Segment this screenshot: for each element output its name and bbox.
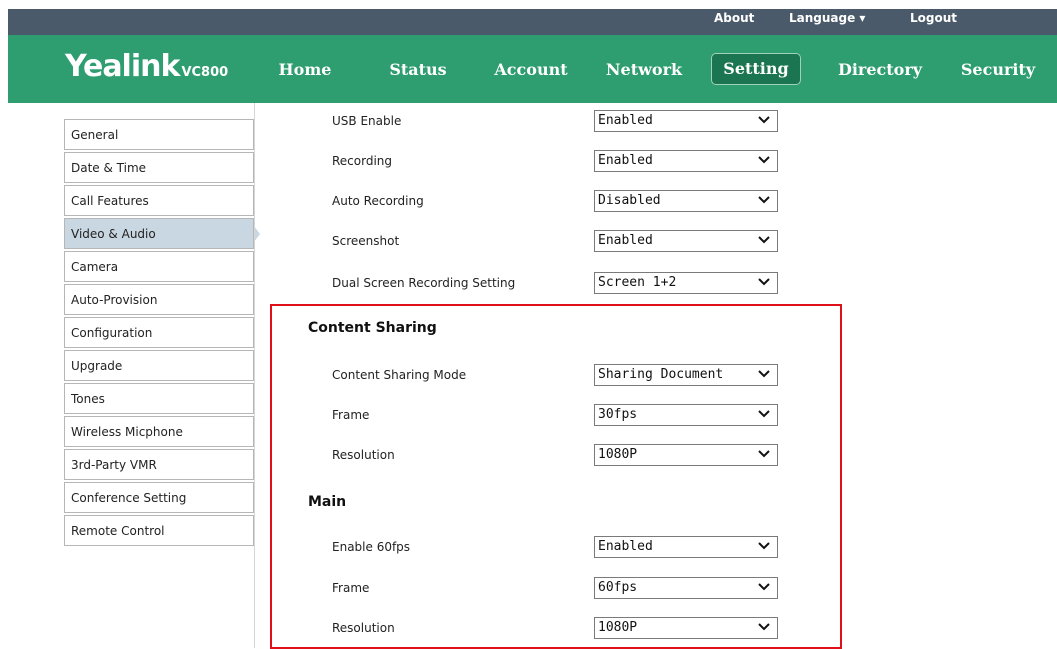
sidebar-item-video-audio[interactable]: Video & Audio [64, 218, 254, 249]
enable-60fps-value: Enabled [598, 539, 653, 554]
recording-label: Recording [332, 154, 393, 168]
screenshot-select[interactable]: Enabled [594, 230, 778, 252]
chevron-down-icon [758, 236, 770, 244]
nav-directory[interactable]: Directory [830, 55, 930, 85]
dual-screen-label: Dual Screen Recording Setting [332, 276, 516, 290]
content-resolution-value: 1080P [598, 447, 638, 462]
nav-status[interactable]: Status [378, 55, 458, 85]
nav-network[interactable]: Network [596, 55, 692, 85]
content-frame-value: 30fps [598, 407, 638, 422]
sidebar-divider [254, 103, 255, 648]
main-nav: Yealink VC800 Home Status Account Network… [8, 35, 1057, 103]
sidebar-item-camera[interactable]: Camera [64, 251, 254, 282]
recording-select[interactable]: Enabled [594, 150, 778, 172]
nav-account[interactable]: Account [486, 55, 576, 85]
main-heading: Main [308, 494, 347, 510]
content-sharing-heading: Content Sharing [308, 320, 437, 336]
chevron-down-icon [758, 156, 770, 164]
usb-enable-value: Enabled [598, 113, 653, 128]
enable-60fps-select[interactable]: Enabled [594, 536, 778, 558]
about-link[interactable]: About [714, 11, 754, 25]
recording-value: Enabled [598, 153, 653, 168]
sidebar-item-upgrade[interactable]: Upgrade [64, 350, 254, 381]
yealink-logo: Yealink VC800 [65, 49, 229, 84]
content-frame-select[interactable]: 30fps [594, 404, 778, 426]
sidebar-item-date-time[interactable]: Date & Time [64, 152, 254, 183]
settings-sidebar: General Date & Time Call Features Video … [64, 119, 254, 548]
sidebar-item-tones[interactable]: Tones [64, 383, 254, 414]
chevron-down-icon [758, 583, 770, 591]
content-sharing-mode-label: Content Sharing Mode [332, 368, 467, 382]
sidebar-item-wireless-micphone[interactable]: Wireless Micphone [64, 416, 254, 447]
content-resolution-label: Resolution [332, 448, 395, 462]
main-frame-value: 60fps [598, 580, 638, 595]
nav-setting[interactable]: Setting [711, 53, 801, 85]
nav-security[interactable]: Security [948, 55, 1048, 85]
dual-screen-value: Screen 1+2 [598, 275, 677, 290]
usb-enable-select[interactable]: Enabled [594, 110, 778, 132]
sidebar-item-call-features[interactable]: Call Features [64, 185, 254, 216]
chevron-down-icon [758, 278, 770, 286]
screenshot-value: Enabled [598, 233, 653, 248]
sidebar-item-auto-provision[interactable]: Auto-Provision [64, 284, 254, 315]
chevron-down-icon [758, 623, 770, 631]
top-utility-bar: About Language ▾ Logout [8, 9, 1057, 35]
main-resolution-value: 1080P [598, 620, 638, 635]
main-resolution-select[interactable]: 1080P [594, 617, 778, 639]
chevron-down-icon [758, 196, 770, 204]
sidebar-item-conference-setting[interactable]: Conference Setting [64, 482, 254, 513]
content-sharing-mode-value: Sharing Document [598, 367, 724, 382]
sidebar-item-remote-control[interactable]: Remote Control [64, 515, 254, 546]
main-frame-label: Frame [332, 581, 370, 595]
nav-home[interactable]: Home [270, 55, 340, 85]
logout-link[interactable]: Logout [910, 11, 957, 25]
screenshot-label: Screenshot [332, 234, 400, 248]
sidebar-item-configuration[interactable]: Configuration [64, 317, 254, 348]
enable-60fps-label: Enable 60fps [332, 540, 411, 554]
chevron-down-icon [758, 542, 770, 550]
chevron-down-icon [758, 370, 770, 378]
chevron-down-icon [758, 116, 770, 124]
sidebar-item-3rd-party-vmr[interactable]: 3rd-Party VMR [64, 449, 254, 480]
auto-recording-label: Auto Recording [332, 194, 424, 208]
usb-enable-label: USB Enable [332, 114, 402, 128]
main-frame-select[interactable]: 60fps [594, 577, 778, 599]
content-frame-label: Frame [332, 408, 370, 422]
sidebar-item-general[interactable]: General [64, 119, 254, 150]
language-menu[interactable]: Language ▾ [789, 11, 865, 25]
chevron-down-icon [758, 450, 770, 458]
auto-recording-select[interactable]: Disabled [594, 190, 778, 212]
auto-recording-value: Disabled [598, 193, 661, 208]
main-resolution-label: Resolution [332, 621, 395, 635]
dual-screen-select[interactable]: Screen 1+2 [594, 272, 778, 294]
content-resolution-select[interactable]: 1080P [594, 444, 778, 466]
content-sharing-mode-select[interactable]: Sharing Document [594, 364, 778, 386]
chevron-down-icon [758, 410, 770, 418]
